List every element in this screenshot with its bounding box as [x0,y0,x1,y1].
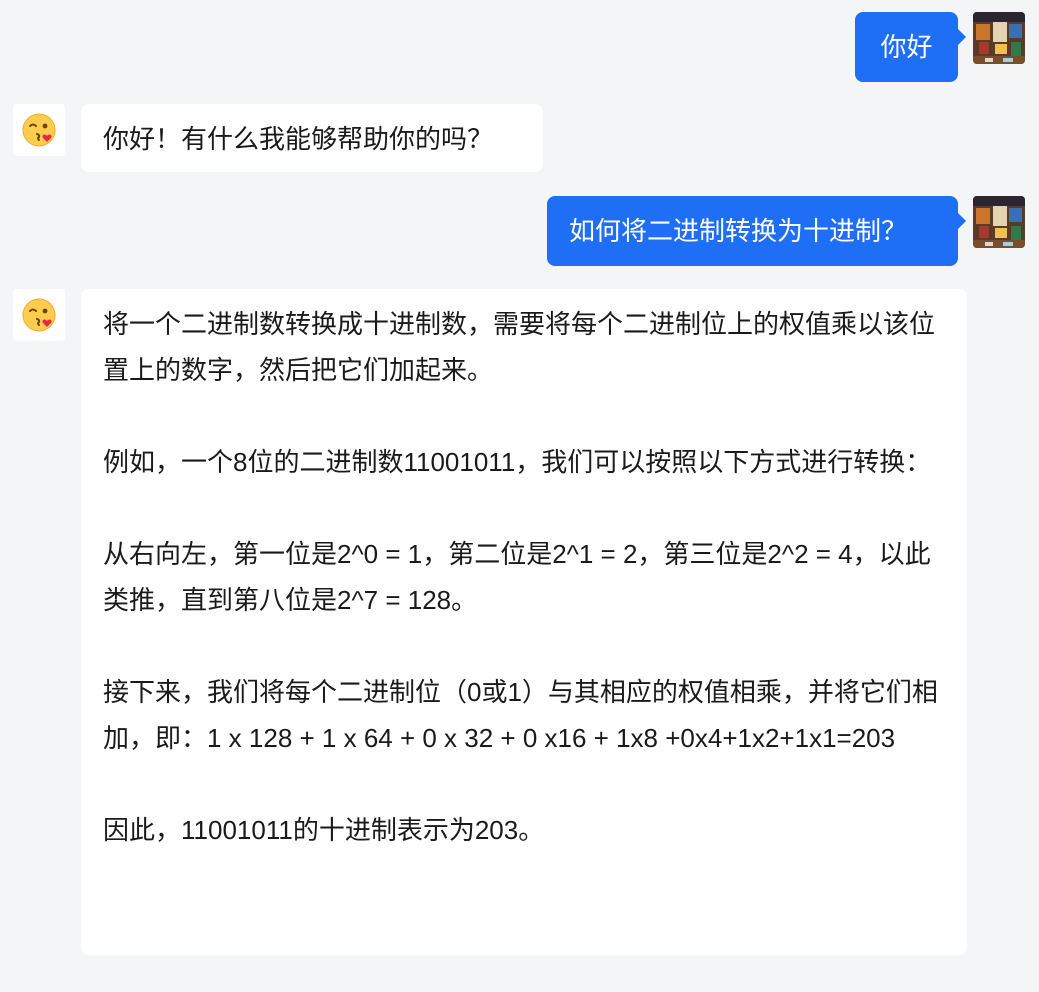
assistant-message-bubble[interactable]: 你好！有什么我能够帮助你的吗？ [81,104,543,172]
kissing-face-emoji-icon[interactable] [13,289,65,341]
answer-paragraph: 从右向左，第一位是2^0 = 1，第二位是2^1 = 2，第三位是2^2 = 4… [103,539,931,615]
bubble-tail [957,28,966,46]
message-row-user: 你好 [0,12,1039,84]
answer-paragraph: 因此，11001011的十进制表示为203。 [103,815,545,845]
message-text: 你好！有什么我能够帮助你的吗？ [103,124,494,154]
message-row-assistant: 你好！有什么我能够帮助你的吗？ [0,104,1039,174]
answer-paragraph: 将一个二进制数转换成十进制数，需要将每个二进制位上的权值乘以该位置上的数字，然后… [103,309,936,385]
answer-paragraph: 接下来，我们将每个二进制位（0或1）与其相应的权值相乘，并将它们相加，即：1 x… [103,677,938,753]
message-row-assistant: 将一个二进制数转换成十进制数，需要将每个二进制位上的权值乘以该位置上的数字，然后… [0,289,1039,957]
chat-window: 你好 你好！有什么我能够帮助你的吗？ 如何将二进制转换为十进制？ 将一个二进制数… [0,0,1039,992]
assistant-message-bubble[interactable]: 将一个二进制数转换成十进制数，需要将每个二进制位上的权值乘以该位置上的数字，然后… [81,289,967,955]
message-text: 你好 [880,32,933,62]
kissing-face-emoji-icon[interactable] [13,104,65,156]
answer-paragraph: 例如，一个8位的二进制数11001011，我们可以按照以下方式进行转换： [103,447,932,477]
message-row-user: 如何将二进制转换为十进制？ [0,196,1039,268]
user-message-bubble[interactable]: 你好 [855,12,966,82]
user-message-bubble[interactable]: 如何将二进制转换为十进制？ [547,196,966,266]
message-text: 如何将二进制转换为十进制？ [569,216,908,246]
bubble-tail [957,212,966,230]
user-avatar-icon[interactable] [973,12,1025,64]
user-avatar-icon[interactable] [973,196,1025,248]
